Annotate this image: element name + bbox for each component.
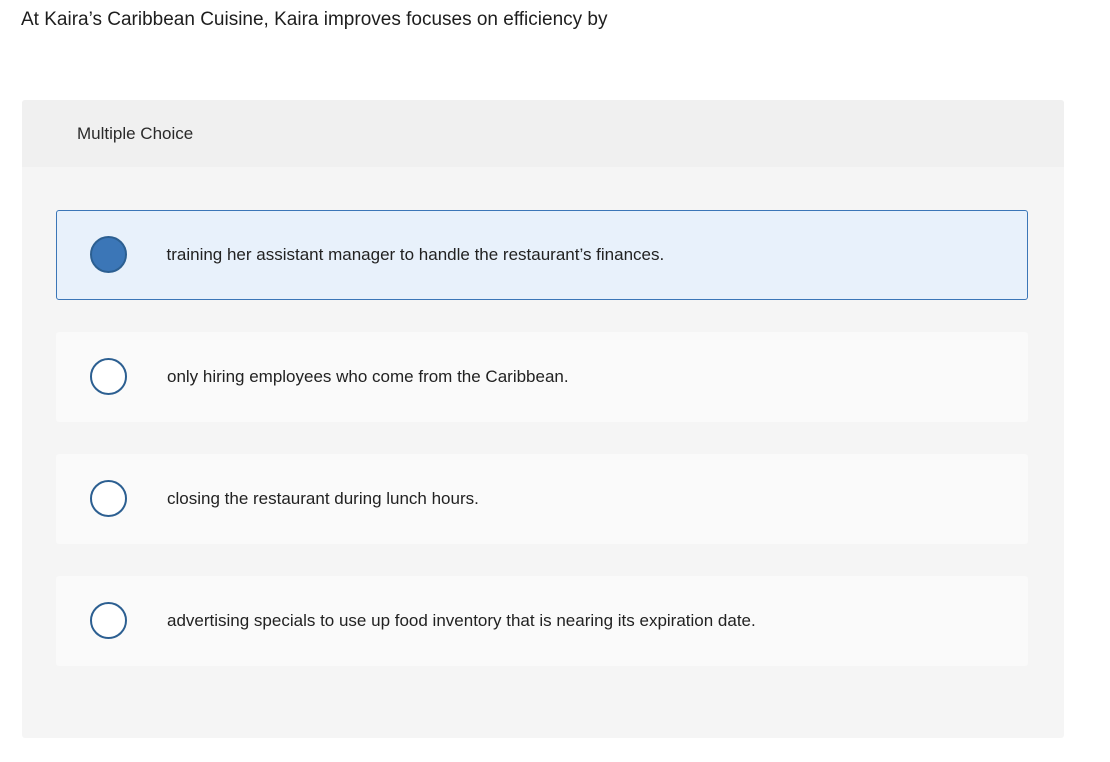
answer-option-2[interactable]: only hiring employees who come from the … xyxy=(56,332,1028,422)
answer-option-label: only hiring employees who come from the … xyxy=(167,366,569,388)
answer-option-3[interactable]: closing the restaurant during lunch hour… xyxy=(56,454,1028,544)
panel-header: Multiple Choice xyxy=(22,100,1064,167)
radio-button[interactable] xyxy=(90,602,127,639)
question-text: At Kaira’s Caribbean Cuisine, Kaira impr… xyxy=(21,8,607,32)
radio-button[interactable] xyxy=(90,358,127,395)
answer-option-1[interactable]: training her assistant manager to handle… xyxy=(56,210,1028,300)
answer-option-4[interactable]: advertising specials to use up food inve… xyxy=(56,576,1028,666)
question-type-label: Multiple Choice xyxy=(77,124,193,144)
answer-option-label: closing the restaurant during lunch hour… xyxy=(167,488,479,510)
radio-button-selected[interactable] xyxy=(90,236,127,273)
radio-button[interactable] xyxy=(90,480,127,517)
multiple-choice-panel: Multiple Choice training her assistant m… xyxy=(22,100,1064,738)
answer-option-label: advertising specials to use up food inve… xyxy=(167,610,756,632)
answer-option-label: training her assistant manager to handle… xyxy=(167,244,665,266)
